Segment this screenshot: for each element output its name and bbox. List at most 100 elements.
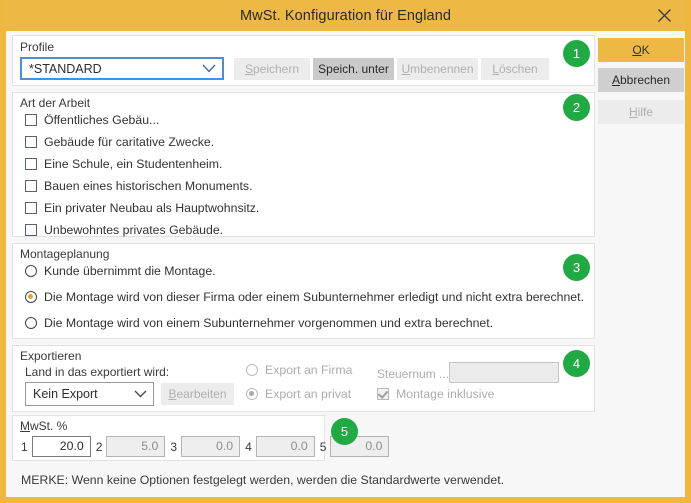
export-country-combo[interactable]: Kein Export: [25, 382, 154, 406]
save-profile-as-button[interactable]: Speich. unter: [313, 58, 394, 80]
vat-input-2[interactable]: 5.0: [106, 436, 166, 457]
checkbox-row-uninhabited-private[interactable]: Unbewohntes privates Gebäude.: [25, 223, 223, 237]
badge-1: 1: [563, 40, 590, 67]
export-legend: Exportieren: [20, 349, 82, 363]
vat-index-2: 2: [95, 439, 103, 454]
cancel-label: bbrechen: [619, 73, 671, 87]
rename-profile-label: mbenennen: [410, 62, 474, 76]
title-bar: MwSt. Konfiguration für England: [6, 0, 685, 31]
delete-profile-accel: L: [492, 62, 499, 76]
edit-country-accel: B: [168, 387, 177, 401]
vat-index-1: 1: [21, 439, 28, 454]
dialog-window: MwSt. Konfiguration für England Profile …: [0, 0, 691, 503]
delete-profile-label: öschen: [498, 62, 538, 76]
chevron-down-icon: [196, 64, 222, 73]
save-profile-button[interactable]: Speichern: [234, 58, 310, 80]
checkbox-row-assembly-included[interactable]: Montage inklusive: [377, 387, 494, 401]
radio-label: Die Montage wird von dieser Firma oder e…: [44, 290, 584, 304]
profile-panel: Profile *STANDARD Speichern Speich. unte…: [12, 35, 595, 86]
profile-legend: Profile: [20, 40, 55, 54]
checkbox-icon[interactable]: [25, 180, 37, 192]
badge-5: 5: [331, 418, 358, 445]
checkbox-row-school[interactable]: Eine Schule, ein Studentenheim.: [25, 157, 222, 171]
chevron-down-icon: [127, 390, 153, 398]
tax-number-label: Steuernum ...: [377, 367, 450, 381]
radio-row-export-to-company[interactable]: Export an Firma: [246, 363, 352, 377]
radio-row-company-assembles-included[interactable]: Die Montage wird von dieser Firma oder e…: [25, 290, 584, 304]
checkbox-row-private-new-build[interactable]: Ein privater Neubau als Hauptwohnsitz.: [25, 201, 259, 215]
badge-3: 3: [563, 254, 590, 281]
ok-button[interactable]: OK: [598, 38, 684, 62]
vat-index-3: 3: [170, 439, 178, 454]
radio-label: Export an Firma: [265, 363, 353, 377]
checkbox-icon[interactable]: [25, 136, 37, 148]
ok-accel: O: [632, 43, 642, 57]
rename-profile-button[interactable]: Umbenennen: [397, 58, 478, 80]
delete-profile-button[interactable]: Löschen: [481, 58, 549, 80]
window-title: MwSt. Konfiguration für England: [239, 7, 452, 24]
rename-profile-accel: U: [401, 62, 411, 76]
help-accel: H: [628, 105, 638, 119]
export-country-value: Kein Export: [33, 387, 98, 401]
checkbox-row-public-building[interactable]: Öffentliches Gebäu...: [25, 113, 159, 127]
radio-icon[interactable]: [25, 265, 37, 277]
vat-input-1[interactable]: 20.0: [31, 436, 91, 457]
checkbox-row-monument[interactable]: Bauen eines historischen Monuments.: [25, 179, 252, 193]
radio-icon[interactable]: [25, 317, 37, 329]
checkbox-icon[interactable]: [377, 388, 389, 400]
radio-label: Die Montage wird von einem Subunternehme…: [44, 316, 494, 330]
vat-legend-text: wSt. %: [30, 419, 68, 433]
vat-index-5: 5: [319, 439, 327, 454]
save-profile-as-label: Speich. unter: [318, 62, 389, 76]
radio-row-customer-assembles[interactable]: Kunde übernimmt die Montage.: [25, 264, 216, 278]
export-country-label: Land in das exportiert wird:: [25, 365, 170, 379]
vat-legend-accel: M: [20, 419, 30, 433]
profile-combo[interactable]: *STANDARD: [20, 57, 224, 80]
radio-label: Kunde übernimmt die Montage.: [44, 264, 216, 278]
export-panel: Exportieren Land in das exportiert wird:…: [12, 345, 595, 412]
checkbox-label: Ein privater Neubau als Hauptwohnsitz.: [44, 201, 260, 215]
chevron-down-glyph: [134, 390, 146, 398]
edit-country-label: earbeiten: [176, 387, 227, 401]
work-type-panel: Art der Arbeit Öffentliches Gebäu... Geb…: [12, 92, 595, 237]
note-text: MERKE: Wenn keine Optionen festgelegt we…: [21, 473, 505, 487]
close-icon[interactable]: [647, 0, 681, 31]
close-glyph: [657, 9, 671, 22]
checkbox-label: Eine Schule, ein Studentenheim.: [44, 157, 223, 171]
chevron-down-glyph: [202, 64, 216, 73]
radio-row-export-to-private[interactable]: Export an privat: [246, 387, 351, 401]
cancel-button[interactable]: Abbrechen: [598, 68, 684, 92]
vat-input-4[interactable]: 0.0: [255, 436, 315, 457]
checkbox-label: Öffentliches Gebäu...: [44, 113, 160, 127]
ok-label: K: [641, 43, 650, 57]
assembly-panel: Montageplanung Kunde übernimmt die Monta…: [12, 243, 595, 339]
save-profile-accel: S: [244, 62, 253, 76]
checkbox-icon[interactable]: [25, 158, 37, 170]
radio-icon[interactable]: [246, 388, 258, 400]
vat-legend: MwSt. %: [20, 419, 67, 433]
vat-panel: MwSt. % 1 20.0 2 5.0 3 0.0 4 0.0 5 0.0: [12, 415, 390, 461]
help-label: ilfe: [637, 105, 653, 119]
radio-label: Export an privat: [265, 387, 352, 401]
save-profile-label: peichern: [252, 62, 300, 76]
checkbox-icon[interactable]: [25, 114, 37, 126]
radio-icon[interactable]: [246, 364, 258, 376]
cancel-accel: A: [611, 73, 620, 87]
checkbox-icon[interactable]: [25, 224, 37, 236]
checkbox-label: Unbewohntes privates Gebäude.: [44, 223, 224, 237]
checkbox-icon[interactable]: [25, 202, 37, 214]
edit-country-button[interactable]: Bearbeiten: [161, 383, 234, 405]
assembly-legend: Montageplanung: [20, 247, 110, 261]
checkbox-label: Gebäude für caritative Zwecke.: [44, 135, 215, 149]
radio-icon[interactable]: [25, 291, 37, 303]
badge-2: 2: [563, 94, 590, 121]
radio-row-subcontractor-extra-charge[interactable]: Die Montage wird von einem Subunternehme…: [25, 316, 493, 330]
tax-number-input[interactable]: [449, 362, 559, 383]
checkbox-row-charitable-building[interactable]: Gebäude für caritative Zwecke.: [25, 135, 214, 149]
checkbox-label: Montage inklusive: [396, 387, 495, 401]
help-button[interactable]: Hilfe: [598, 100, 684, 124]
checkbox-label: Bauen eines historischen Monuments.: [44, 179, 253, 193]
vat-input-3[interactable]: 0.0: [181, 436, 241, 457]
work-type-legend: Art der Arbeit: [20, 96, 91, 110]
profile-combo-value: *STANDARD: [29, 61, 102, 76]
